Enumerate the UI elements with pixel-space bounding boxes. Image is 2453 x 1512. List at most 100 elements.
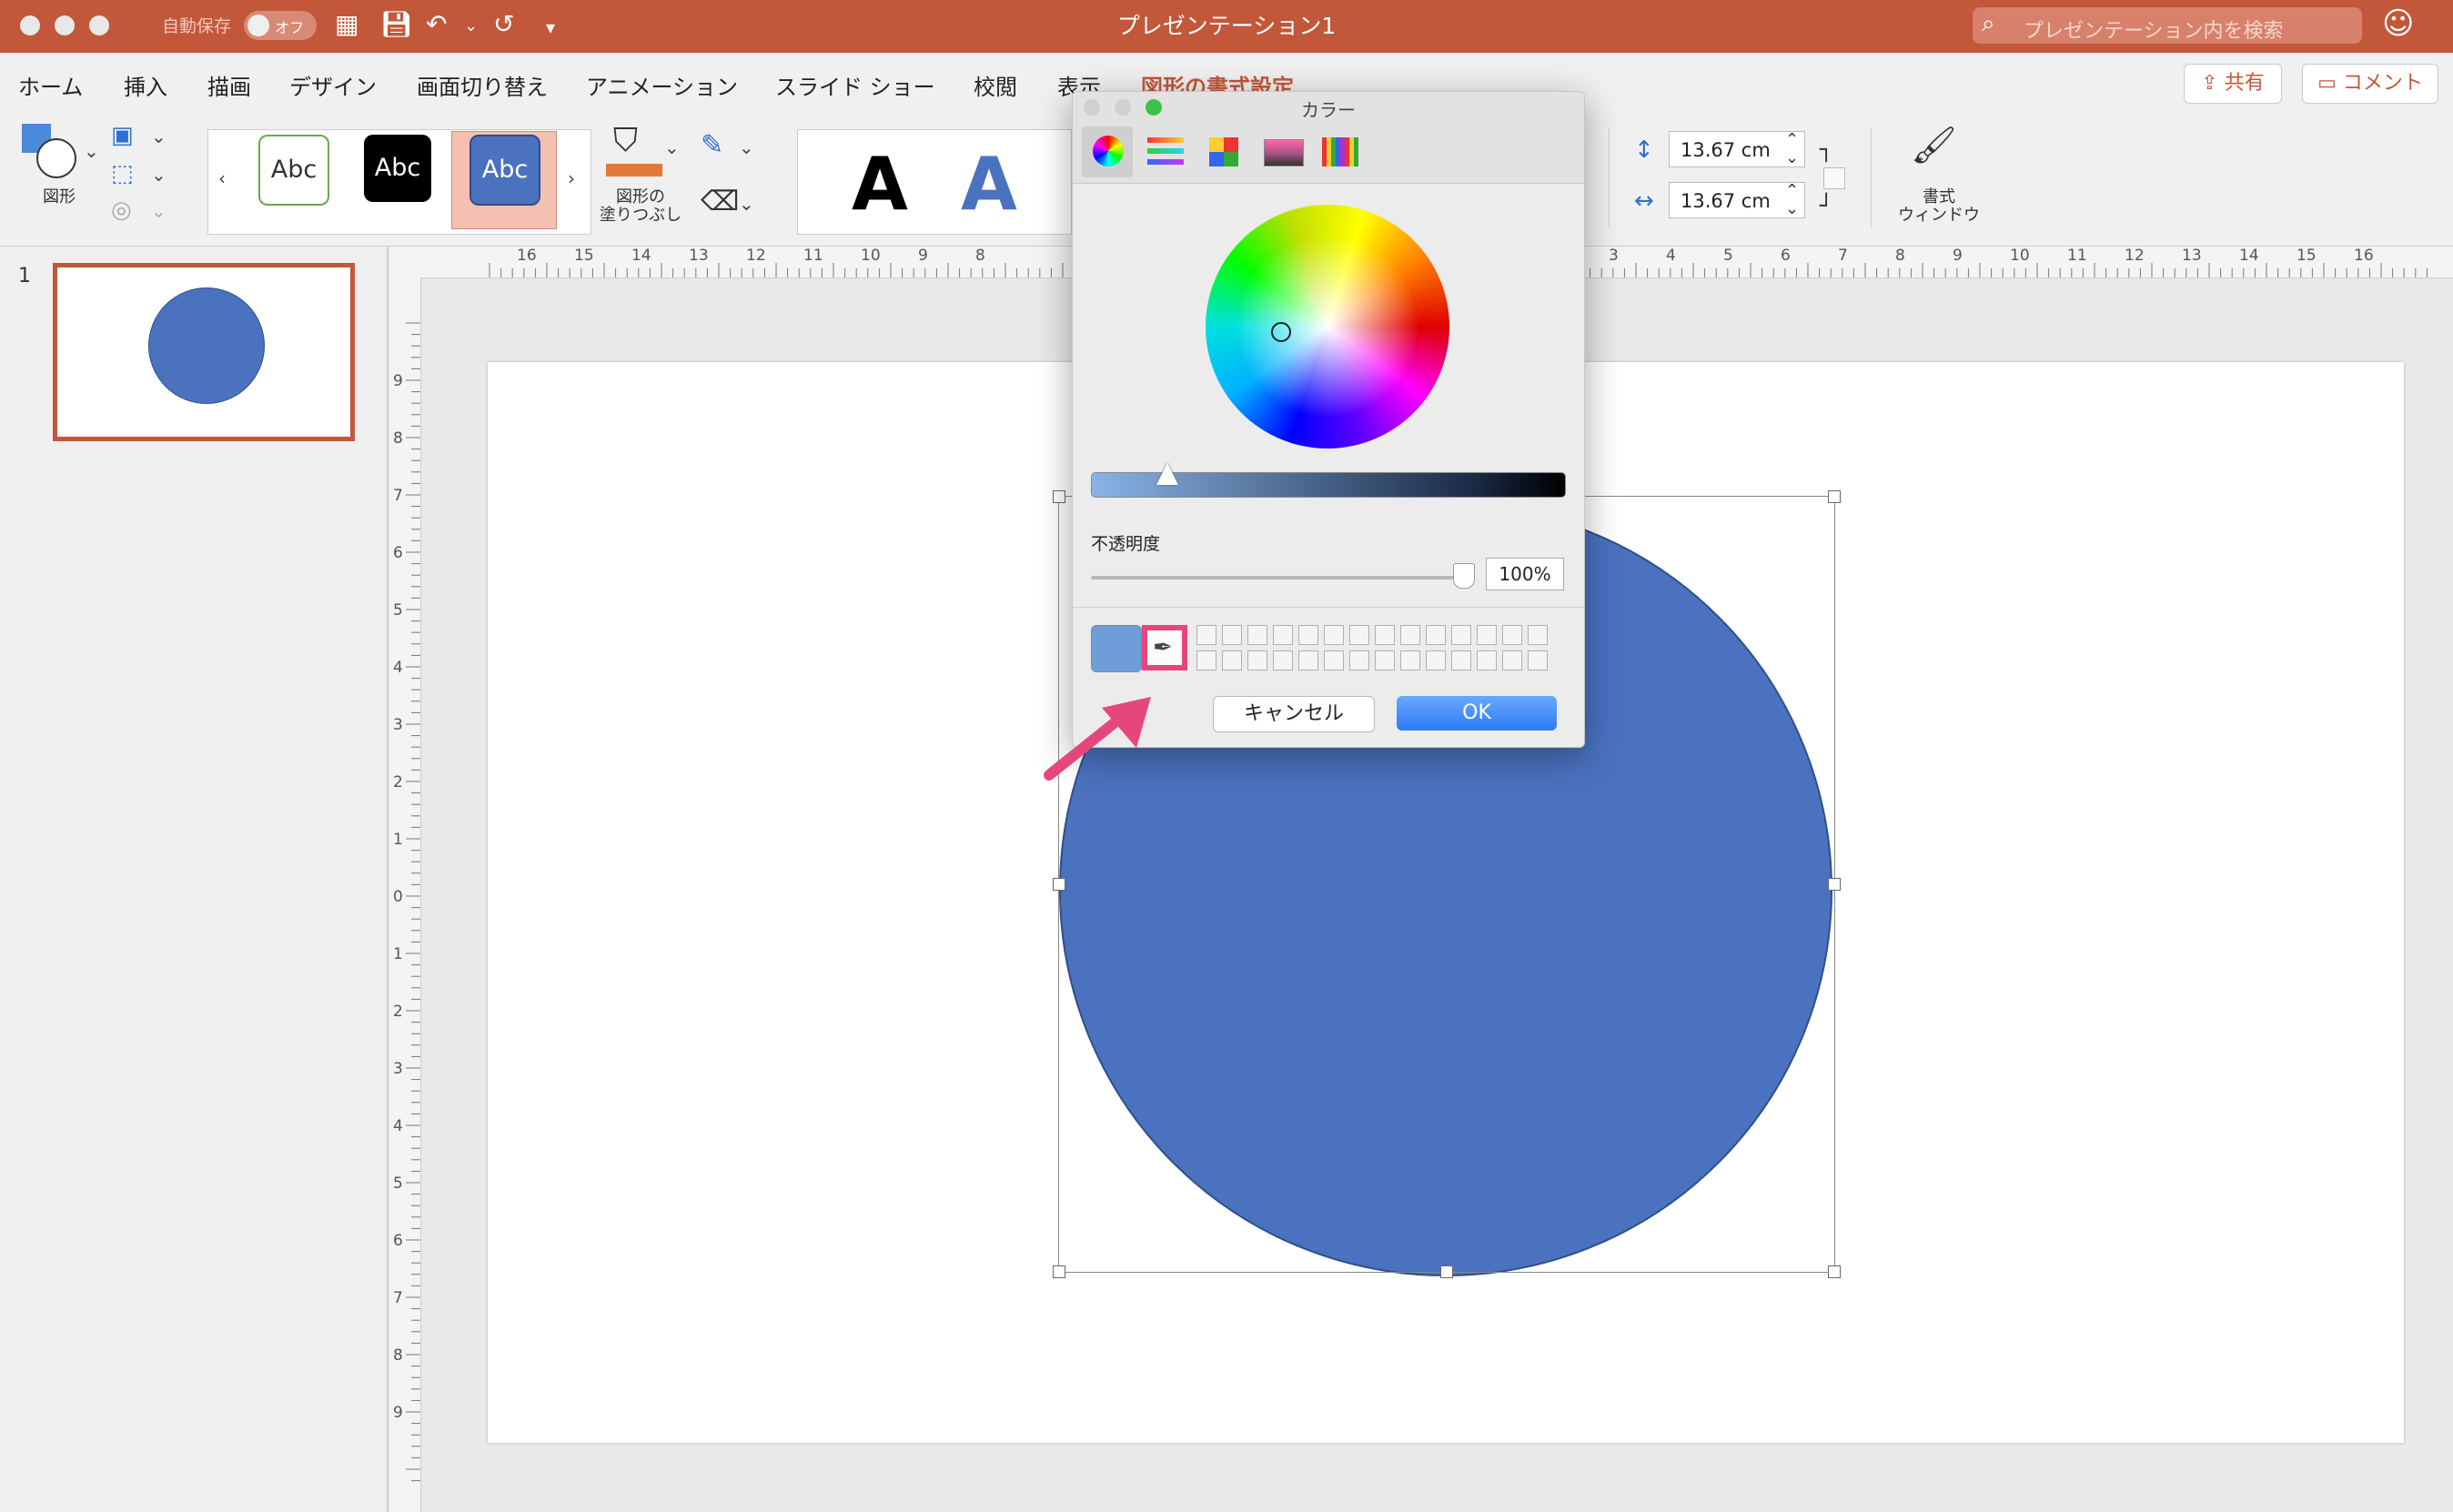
custom-color-slot[interactable] xyxy=(1349,625,1369,645)
eyedropper-button[interactable]: ✒ xyxy=(1142,625,1187,670)
tab-image-palettes[interactable] xyxy=(1257,126,1307,177)
fill-bucket-icon[interactable]: ⛉ xyxy=(606,118,662,176)
search-box[interactable]: ⌕ プレゼンテーション内を検索 xyxy=(1973,7,2362,44)
wordart-sample-blue[interactable]: A xyxy=(961,144,1017,226)
ruler-number: 1 xyxy=(393,831,403,849)
tab-transitions[interactable]: 画面切り替え xyxy=(417,69,548,101)
wordart-gallery xyxy=(797,129,1072,235)
custom-color-slot[interactable] xyxy=(1222,625,1242,645)
opacity-slider-thumb[interactable] xyxy=(1453,563,1475,589)
tab-color-sliders[interactable] xyxy=(1140,126,1191,177)
shape-effects-icon[interactable]: ⌫ xyxy=(701,186,739,217)
wordart-sample-black[interactable]: A xyxy=(852,144,908,226)
outline-pen-icon[interactable]: ✎ xyxy=(701,129,723,161)
edit-shape-icon[interactable]: ⬚ xyxy=(111,160,134,187)
custom-color-slot[interactable] xyxy=(1375,650,1395,670)
style-sample-dark[interactable]: Abc xyxy=(364,135,431,202)
custom-color-slot[interactable] xyxy=(1426,625,1446,645)
vertical-ruler[interactable]: 9 8 7 6 5 4 3 2 1 0 1 2 3 4 5 6 7 8 9 xyxy=(389,277,421,1512)
resize-handle-bottom[interactable] xyxy=(1440,1265,1453,1278)
tab-insert[interactable]: 挿入 xyxy=(124,69,167,101)
slide-thumbnails-panel: 1 xyxy=(0,247,389,1512)
custom-color-slot[interactable] xyxy=(1528,650,1548,670)
custom-color-slot[interactable] xyxy=(1324,650,1344,670)
resize-handle-bottom-left[interactable] xyxy=(1053,1265,1065,1278)
gallery-prev-icon[interactable]: ‹ xyxy=(218,167,226,189)
text-box-dropdown-icon[interactable]: ⌄ xyxy=(151,126,167,147)
resize-handle-top-left[interactable] xyxy=(1053,490,1065,503)
shapes-icon[interactable] xyxy=(22,124,76,178)
custom-color-slot[interactable] xyxy=(1451,650,1471,670)
custom-color-slot[interactable] xyxy=(1324,625,1344,645)
format-pane-icon[interactable]: 🖌︎ xyxy=(1911,124,1957,166)
custom-color-slot[interactable] xyxy=(1298,625,1318,645)
tab-home[interactable]: ホーム xyxy=(18,69,83,101)
ruler-number: 2 xyxy=(393,1003,403,1021)
tab-pencils[interactable] xyxy=(1315,126,1366,177)
custom-color-slot[interactable] xyxy=(1196,650,1216,670)
share-button[interactable]: ⇪ 共有 xyxy=(2184,64,2282,104)
brightness-slider-thumb[interactable] xyxy=(1156,463,1178,485)
custom-color-slot[interactable] xyxy=(1502,650,1522,670)
resize-handle-left[interactable] xyxy=(1053,878,1065,891)
slide-thumbnail[interactable] xyxy=(53,263,355,441)
custom-color-slot[interactable] xyxy=(1426,650,1446,670)
text-box-icon[interactable]: ▣ xyxy=(111,122,134,149)
tab-color-wheel[interactable] xyxy=(1082,126,1133,177)
search-input[interactable]: プレゼンテーション内を検索 xyxy=(2024,15,2284,44)
custom-color-slot[interactable] xyxy=(1477,650,1497,670)
style-sample-outline[interactable]: Abc xyxy=(258,135,329,206)
custom-color-slot[interactable] xyxy=(1247,625,1267,645)
ok-button[interactable]: OK xyxy=(1397,696,1557,731)
tab-draw[interactable]: 描画 xyxy=(207,69,251,101)
style-sample-blue[interactable]: Abc xyxy=(469,135,540,206)
eyedropper-icon: ✒ xyxy=(1153,634,1173,661)
cancel-button[interactable]: キャンセル xyxy=(1213,696,1375,732)
custom-color-slot[interactable] xyxy=(1273,650,1293,670)
fill-dropdown-icon[interactable]: ⌄ xyxy=(664,136,680,158)
custom-color-slot[interactable] xyxy=(1196,625,1216,645)
custom-color-slot[interactable] xyxy=(1273,625,1293,645)
custom-color-slot[interactable] xyxy=(1502,625,1522,645)
color-wheel-crosshair-icon[interactable] xyxy=(1271,322,1291,342)
custom-color-slot[interactable] xyxy=(1247,650,1267,670)
effects-dropdown-icon[interactable]: ⌄ xyxy=(739,193,754,215)
custom-color-slot[interactable] xyxy=(1298,650,1318,670)
share-label: 共有 xyxy=(2224,72,2265,95)
resize-handle-bottom-right[interactable] xyxy=(1828,1265,1841,1278)
custom-color-slot[interactable] xyxy=(1400,650,1420,670)
tab-design[interactable]: デザイン xyxy=(289,69,377,101)
outline-dropdown-icon[interactable]: ⌄ xyxy=(739,136,754,158)
height-stepper-icon[interactable]: ⌃ ⌄ xyxy=(1785,131,1799,167)
comment-button[interactable]: ▭ コメント xyxy=(2302,64,2438,104)
tab-review[interactable]: 校閲 xyxy=(974,69,1017,101)
custom-color-slot[interactable] xyxy=(1349,650,1369,670)
shapes-label: 図形 xyxy=(43,187,76,207)
ruler-number: 11 xyxy=(803,247,823,265)
feedback-smiley-icon[interactable]: ☺ xyxy=(2382,5,2414,42)
custom-color-slot[interactable] xyxy=(1400,625,1420,645)
resize-handle-top-right[interactable] xyxy=(1828,490,1841,503)
tab-animations[interactable]: アニメーション xyxy=(586,69,738,101)
custom-color-slot[interactable] xyxy=(1477,625,1497,645)
ruler-number: 15 xyxy=(574,247,594,265)
opacity-slider[interactable] xyxy=(1091,576,1464,580)
shapes-dropdown-icon[interactable]: ⌄ xyxy=(84,140,99,162)
current-color-swatch[interactable] xyxy=(1091,625,1142,672)
custom-color-slot[interactable] xyxy=(1375,625,1395,645)
edit-shape-dropdown-icon[interactable]: ⌄ xyxy=(151,164,167,186)
slide-number: 1 xyxy=(18,265,31,287)
resize-handle-right[interactable] xyxy=(1828,878,1841,891)
custom-color-slot[interactable] xyxy=(1222,650,1242,670)
opacity-value-field[interactable]: 100% xyxy=(1486,558,1564,590)
color-wheel[interactable] xyxy=(1206,205,1449,449)
custom-color-slot[interactable] xyxy=(1451,625,1471,645)
ruler-number: 15 xyxy=(2297,247,2317,265)
ruler-number: 8 xyxy=(975,247,985,265)
custom-color-slot[interactable] xyxy=(1528,625,1548,645)
gallery-next-icon[interactable]: › xyxy=(568,167,575,189)
lock-aspect-checkbox[interactable] xyxy=(1823,167,1845,189)
tab-color-palettes[interactable] xyxy=(1198,126,1249,177)
width-stepper-icon[interactable]: ⌃ ⌄ xyxy=(1785,182,1799,218)
tab-slideshow[interactable]: スライド ショー xyxy=(775,69,935,101)
